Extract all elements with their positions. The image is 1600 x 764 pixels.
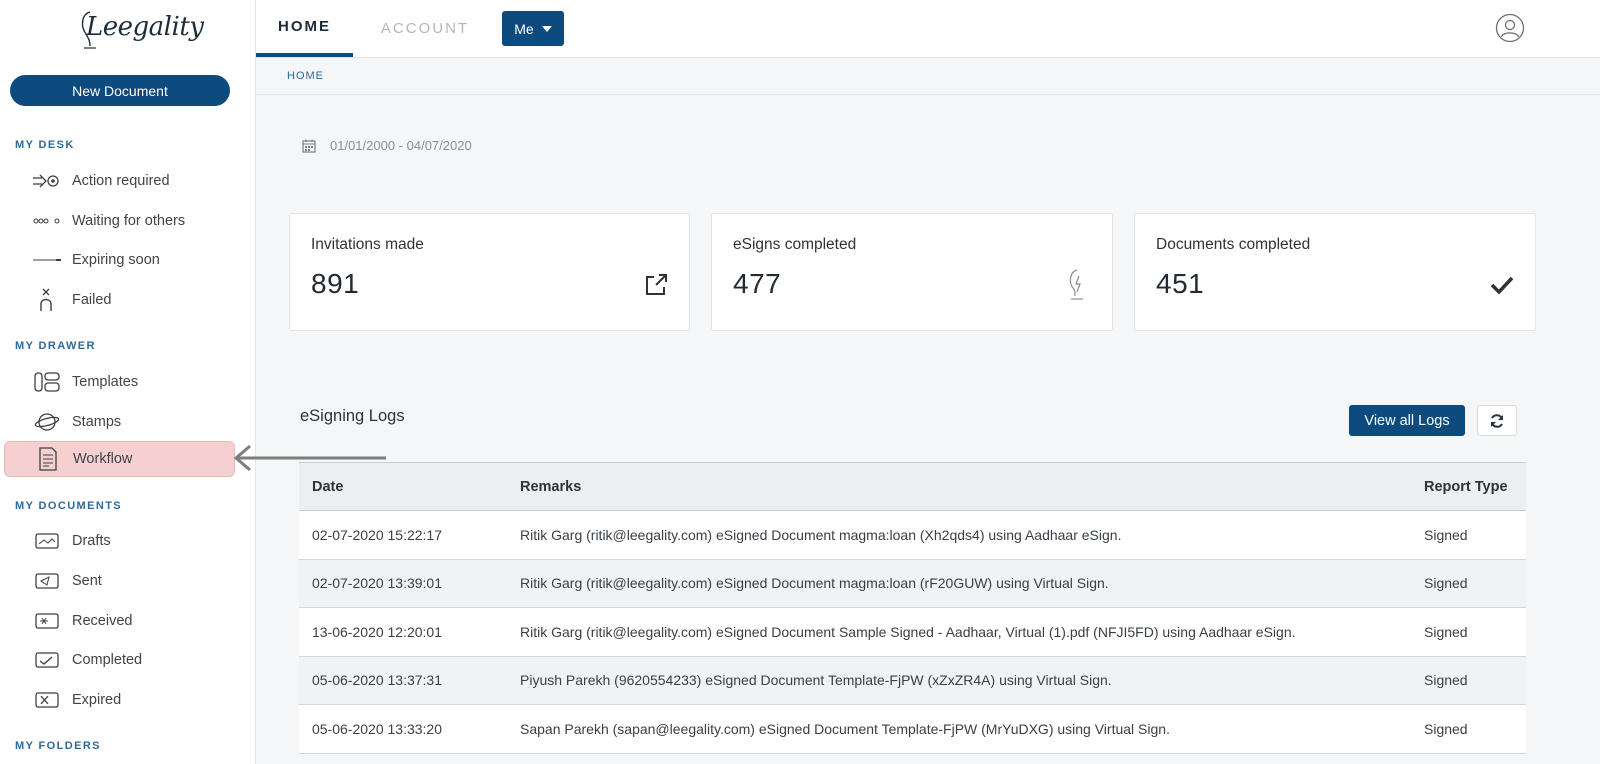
- cell-date: 02-07-2020 15:22:17: [299, 510, 507, 560]
- breadcrumb[interactable]: HOME: [287, 70, 324, 82]
- cell-date: 05-06-2020 13:37:31: [299, 656, 507, 705]
- new-document-button[interactable]: New Document: [10, 75, 230, 106]
- esigning-logs-title: eSigning Logs: [300, 407, 405, 425]
- sidebar-item-sent[interactable]: Sent: [4, 563, 235, 599]
- sidebar-item-label: Expired: [72, 692, 122, 708]
- top-navbar: HOME ACCOUNT Me: [256, 0, 1600, 58]
- stat-label: Invitations made: [311, 236, 424, 253]
- annotation-arrow-icon: [233, 444, 386, 472]
- sidebar-item-failed[interactable]: Failed: [4, 282, 235, 318]
- sidebar-item-label: Received: [72, 613, 133, 629]
- esign-icon: [1062, 269, 1092, 300]
- sidebar-item-label: Sent: [72, 573, 102, 589]
- sidebar-item-drafts[interactable]: Drafts: [4, 523, 235, 559]
- external-link-icon: [641, 270, 671, 300]
- cell-remarks: Ritik Garg (ritik@leegality.com) eSigned…: [507, 559, 1411, 608]
- cell-date: 05-06-2020 13:33:20: [299, 704, 507, 754]
- table-row[interactable]: 02-07-2020 15:22:17 Ritik Garg (ritik@le…: [299, 510, 1526, 560]
- sent-icon: [32, 569, 62, 593]
- action-required-icon: [32, 169, 62, 193]
- cell-remarks: Sapan Parekh (sapan@leegality.com) eSign…: [507, 704, 1411, 754]
- stat-value: 477: [733, 268, 782, 299]
- refresh-icon: [1491, 413, 1503, 428]
- date-range-text: 01/01/2000 - 04/07/2020: [330, 138, 472, 153]
- waiting-icon: [32, 209, 62, 233]
- leegality-logo[interactable]: Leegality: [78, 6, 204, 52]
- sidebar-item-expired[interactable]: Expired: [4, 682, 235, 718]
- expiring-icon: [32, 248, 62, 272]
- expired-icon: [32, 688, 62, 712]
- sidebar-item-templates[interactable]: Templates: [4, 364, 235, 400]
- table-row[interactable]: 13-06-2020 12:20:01 Ritik Garg (ritik@le…: [299, 607, 1526, 657]
- workflow-icon: [33, 447, 63, 471]
- me-dropdown-button[interactable]: Me: [502, 11, 564, 46]
- cell-date: 02-07-2020 13:39:01: [299, 559, 507, 608]
- sidebar-item-completed[interactable]: Completed: [4, 642, 235, 678]
- cell-report-type: Signed: [1411, 607, 1526, 657]
- stat-card-documents: Documents completed 451: [1134, 213, 1536, 331]
- sidebar-item-label: Workflow: [73, 451, 133, 467]
- section-my-folders: MY FOLDERS: [15, 740, 101, 752]
- sidebar: Leegality New Document MY DESK Action re…: [0, 0, 256, 764]
- sidebar-item-waiting[interactable]: Waiting for others: [4, 203, 235, 239]
- sidebar-item-label: Expiring soon: [72, 252, 160, 268]
- tab-home[interactable]: HOME: [256, 0, 353, 57]
- cell-report-type: Signed: [1411, 656, 1526, 705]
- failed-icon: [32, 288, 62, 312]
- table-row[interactable]: 05-06-2020 13:37:31 Piyush Parekh (96205…: [299, 656, 1526, 705]
- logo-text: Leegality: [86, 12, 204, 42]
- cell-remarks: Piyush Parekh (9620554233) eSigned Docum…: [507, 656, 1411, 705]
- sidebar-item-label: Waiting for others: [72, 213, 186, 229]
- stamps-icon: [32, 410, 62, 434]
- table-row[interactable]: 05-06-2020 13:33:20 Sapan Parekh (sapan@…: [299, 704, 1526, 754]
- drafts-icon: [32, 529, 62, 553]
- stat-value: 891: [311, 268, 360, 299]
- cell-report-type: Signed: [1411, 704, 1526, 754]
- sidebar-item-label: Drafts: [72, 533, 111, 549]
- esigning-logs-table: Date Remarks Report Type 02-07-2020 15:2…: [299, 462, 1526, 754]
- completed-icon: [32, 648, 62, 672]
- cell-report-type: Signed: [1411, 559, 1526, 608]
- cell-report-type: Signed: [1411, 510, 1526, 560]
- breadcrumb-bar: HOME: [256, 58, 1600, 95]
- sidebar-item-label: Completed: [72, 652, 143, 668]
- me-label: Me: [514, 20, 534, 37]
- stat-card-esigns: eSigns completed 477: [711, 213, 1113, 331]
- stat-label: eSigns completed: [733, 236, 857, 253]
- sidebar-item-received[interactable]: Received: [4, 603, 235, 639]
- view-all-logs-button[interactable]: View all Logs: [1349, 405, 1465, 436]
- section-my-drawer: MY DRAWER: [15, 340, 96, 352]
- table-header-row: Date Remarks Report Type: [299, 462, 1526, 511]
- column-header-report-type[interactable]: Report Type: [1411, 462, 1526, 511]
- sidebar-item-stamps[interactable]: Stamps: [4, 404, 235, 440]
- checkmark-icon: [1487, 270, 1517, 300]
- received-icon: [32, 609, 62, 633]
- date-range-picker[interactable]: 01/01/2000 - 04/07/2020: [302, 138, 472, 153]
- cell-remarks: Ritik Garg (ritik@leegality.com) eSigned…: [507, 607, 1411, 657]
- cell-date: 13-06-2020 12:20:01: [299, 607, 507, 657]
- templates-icon: [32, 370, 62, 394]
- sidebar-item-expiring[interactable]: Expiring soon: [4, 242, 235, 278]
- tab-account[interactable]: ACCOUNT: [366, 0, 484, 57]
- user-avatar-icon[interactable]: [1495, 13, 1525, 43]
- sidebar-item-label: Stamps: [72, 414, 122, 430]
- calendar-icon: [302, 139, 316, 153]
- sidebar-item-label: Failed: [72, 292, 112, 308]
- sidebar-item-action-required[interactable]: Action required: [4, 163, 235, 199]
- stat-value: 451: [1156, 268, 1205, 299]
- refresh-button[interactable]: [1477, 405, 1517, 436]
- cell-remarks: Ritik Garg (ritik@leegality.com) eSigned…: [507, 510, 1411, 560]
- table-row[interactable]: 02-07-2020 13:39:01 Ritik Garg (ritik@le…: [299, 559, 1526, 608]
- section-my-documents: MY DOCUMENTS: [15, 500, 123, 512]
- caret-down-icon: [541, 25, 552, 32]
- sidebar-item-label: Action required: [72, 173, 170, 189]
- sidebar-item-label: Templates: [72, 374, 139, 390]
- stat-label: Documents completed: [1156, 236, 1311, 253]
- column-header-remarks[interactable]: Remarks: [507, 462, 1411, 511]
- stat-card-invitations: Invitations made 891: [289, 213, 690, 331]
- sidebar-item-workflow[interactable]: Workflow: [4, 441, 235, 477]
- section-my-desk: MY DESK: [15, 139, 75, 151]
